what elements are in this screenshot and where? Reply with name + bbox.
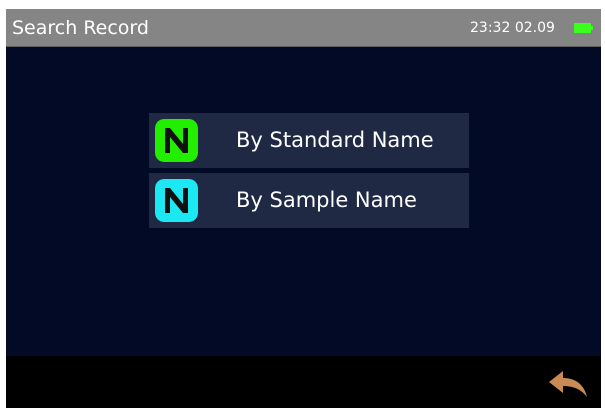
bottom-bar xyxy=(6,356,601,408)
battery-icon xyxy=(574,23,593,33)
search-menu: By Standard Name By Sample Name xyxy=(6,47,601,356)
battery-level xyxy=(574,23,591,33)
clock-date: 02.09 xyxy=(514,20,555,36)
search-by-sample-name-button[interactable]: By Sample Name xyxy=(149,173,469,228)
menu-item-label: By Standard Name xyxy=(236,128,434,152)
n-logo-icon xyxy=(155,119,198,162)
search-by-standard-name-button[interactable]: By Standard Name xyxy=(149,113,469,168)
n-logo-icon xyxy=(155,179,198,222)
title-bar: Search Record 23:32 02.09 xyxy=(6,9,601,47)
clock-time: 23:32 xyxy=(470,20,511,36)
back-button[interactable] xyxy=(547,369,589,399)
battery-terminal xyxy=(591,26,593,30)
device-screen: Search Record 23:32 02.09 By Standard Na… xyxy=(6,9,601,408)
menu-item-label: By Sample Name xyxy=(236,188,417,212)
page-title: Search Record xyxy=(12,17,149,39)
back-arrow-icon xyxy=(549,371,587,397)
clock-readout: 23:32 02.09 xyxy=(470,19,555,37)
